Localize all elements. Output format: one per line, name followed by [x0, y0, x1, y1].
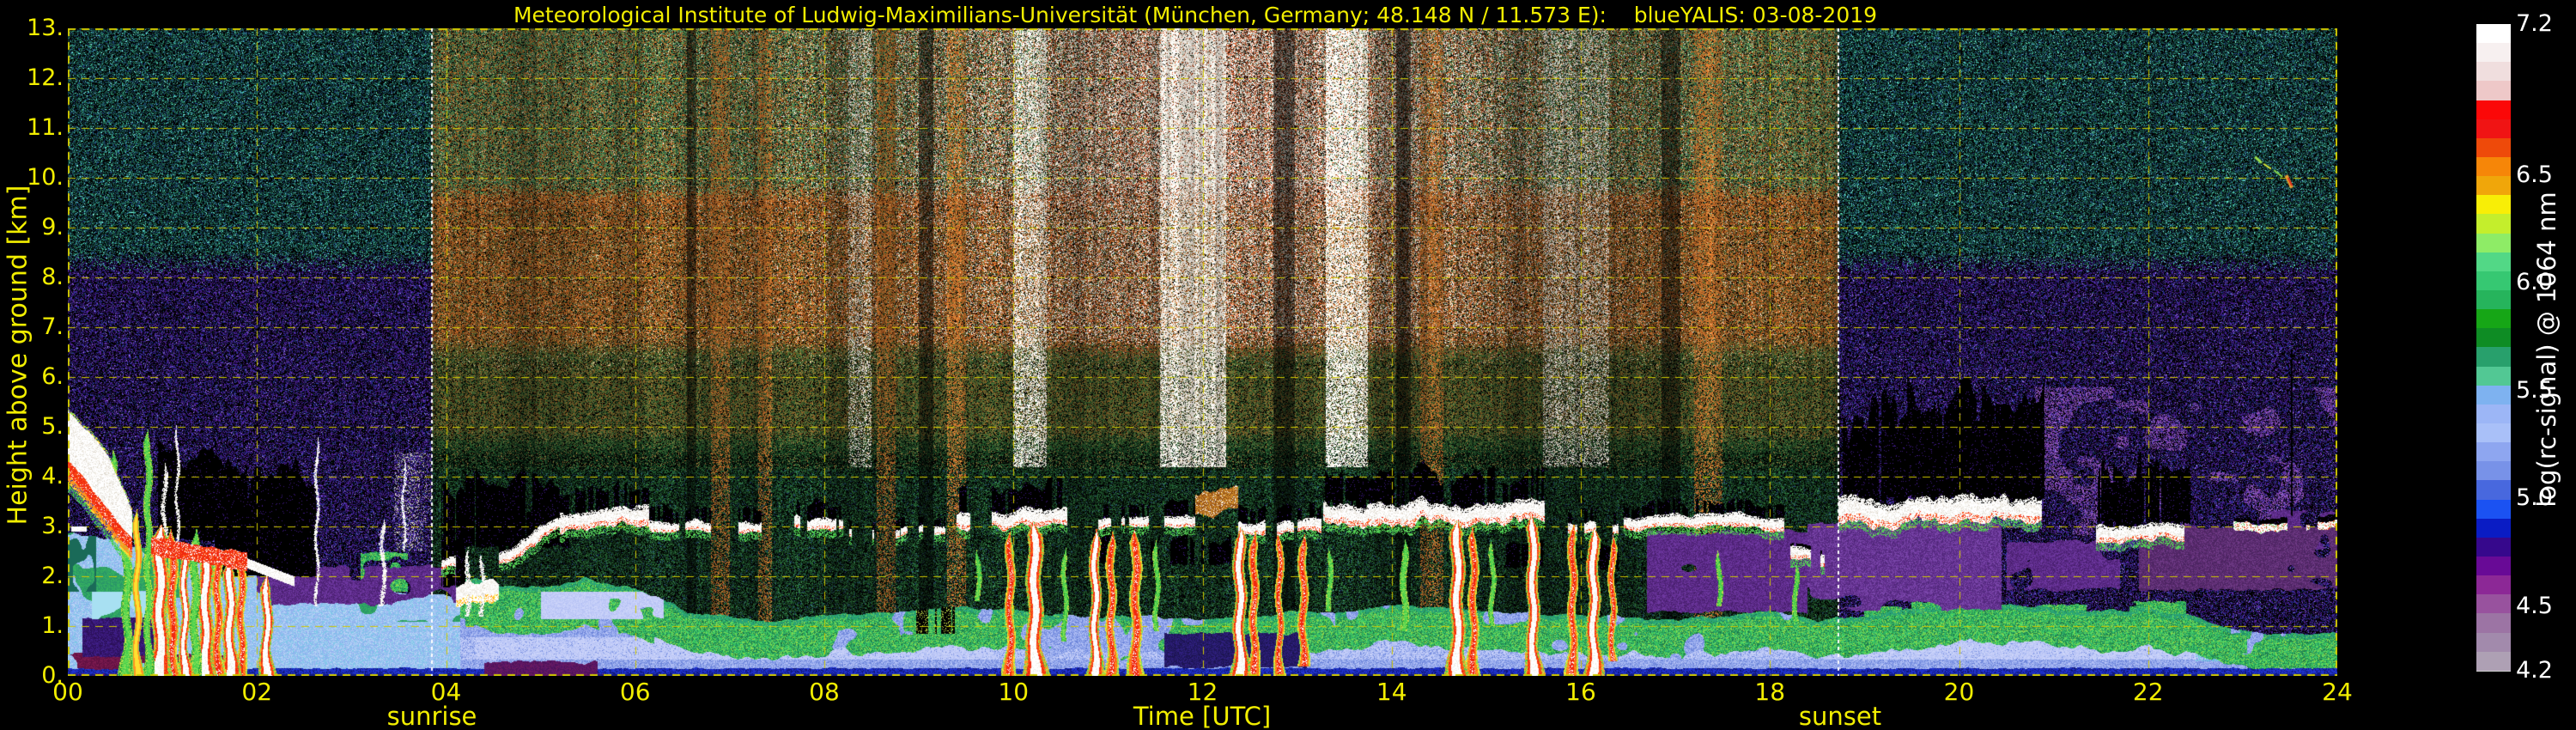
colorbar-tick-label: 7.2: [2516, 10, 2553, 37]
x-tick-label: 22: [2132, 678, 2164, 706]
x-tick-label: 06: [619, 678, 651, 706]
y-tick-label: 6.: [41, 363, 64, 390]
colorbar-segment: [2476, 233, 2511, 252]
y-tick-label: 3.: [41, 513, 64, 539]
colorbar-segment: [2476, 24, 2511, 44]
colorbar-segment: [2476, 480, 2511, 500]
colorbar-segment: [2476, 613, 2511, 633]
colorbar-segment: [2476, 442, 2511, 462]
colorbar-segment: [2476, 137, 2511, 157]
x-tick-label: 02: [241, 678, 273, 706]
colorbar-segment: [2476, 594, 2511, 614]
y-tick-label: 1.: [41, 612, 64, 639]
colorbar-segment: [2476, 271, 2511, 290]
colorbar-segment: [2476, 62, 2511, 82]
colorbar: [2476, 24, 2511, 672]
colorbar-segment: [2476, 43, 2511, 63]
colorbar-tick-label: 4.2: [2516, 657, 2553, 684]
x-tick-label: 08: [809, 678, 840, 706]
colorbar-segment: [2476, 119, 2511, 138]
x-tick-label: 16: [1565, 678, 1596, 706]
colorbar-segment: [2476, 366, 2511, 386]
x-tick-label: 14: [1376, 678, 1407, 706]
colorbar-segment: [2476, 100, 2511, 119]
sunset-label: sunset: [1798, 702, 1882, 730]
y-tick-label: 12.: [27, 64, 64, 91]
lidar-heatmap-canvas: [68, 28, 2337, 676]
colorbar-segment: [2476, 518, 2511, 538]
colorbar-segment: [2476, 81, 2511, 100]
x-tick-label: 20: [1943, 678, 1975, 706]
colorbar-segment: [2476, 632, 2511, 652]
y-tick-label: 9.: [41, 214, 64, 240]
y-tick-label: 10.: [27, 164, 64, 191]
x-axis-title: Time [UTC]: [1133, 702, 1272, 730]
colorbar-segment: [2476, 537, 2511, 557]
y-tick-label: 8.: [41, 264, 64, 290]
colorbar-segment: [2476, 195, 2511, 215]
x-tick-label: 24: [2322, 678, 2353, 706]
y-tick-label: 5.: [41, 413, 64, 440]
y-tick-label: 7.: [41, 313, 64, 340]
colorbar-segment: [2476, 176, 2511, 196]
sunrise-label: sunrise: [386, 702, 477, 730]
colorbar-segment: [2476, 156, 2511, 177]
colorbar-segment: [2476, 252, 2511, 271]
colorbar-segment: [2476, 651, 2511, 671]
y-tick-label: 13.: [27, 15, 64, 41]
y-tick-label: 11.: [27, 114, 64, 141]
colorbar-segment: [2476, 214, 2511, 234]
colorbar-tick-label: 4.5: [2516, 592, 2553, 619]
colorbar-segment: [2476, 404, 2511, 423]
colorbar-segment: [2476, 575, 2511, 595]
colorbar-title: log(rc-signal) @ 1064 nm: [2532, 192, 2561, 508]
x-tick-label: 00: [52, 678, 83, 706]
lidar-quicklook-page: Meteorological Institute of Ludwig-Maxim…: [0, 0, 2576, 730]
page-title: Meteorological Institute of Ludwig-Maxim…: [513, 3, 1878, 27]
colorbar-segment: [2476, 423, 2511, 443]
colorbar-segment: [2476, 289, 2511, 310]
colorbar-segment: [2476, 328, 2511, 348]
y-tick-label: 2.: [41, 563, 64, 589]
x-tick-label: 10: [998, 678, 1030, 706]
y-tick-label: 4.: [41, 463, 64, 490]
colorbar-segment: [2476, 499, 2511, 519]
colorbar-segment: [2476, 556, 2511, 576]
colorbar-segment: [2476, 309, 2511, 329]
colorbar-segment: [2476, 347, 2511, 367]
colorbar-segment: [2476, 461, 2511, 481]
colorbar-segment: [2476, 385, 2511, 405]
